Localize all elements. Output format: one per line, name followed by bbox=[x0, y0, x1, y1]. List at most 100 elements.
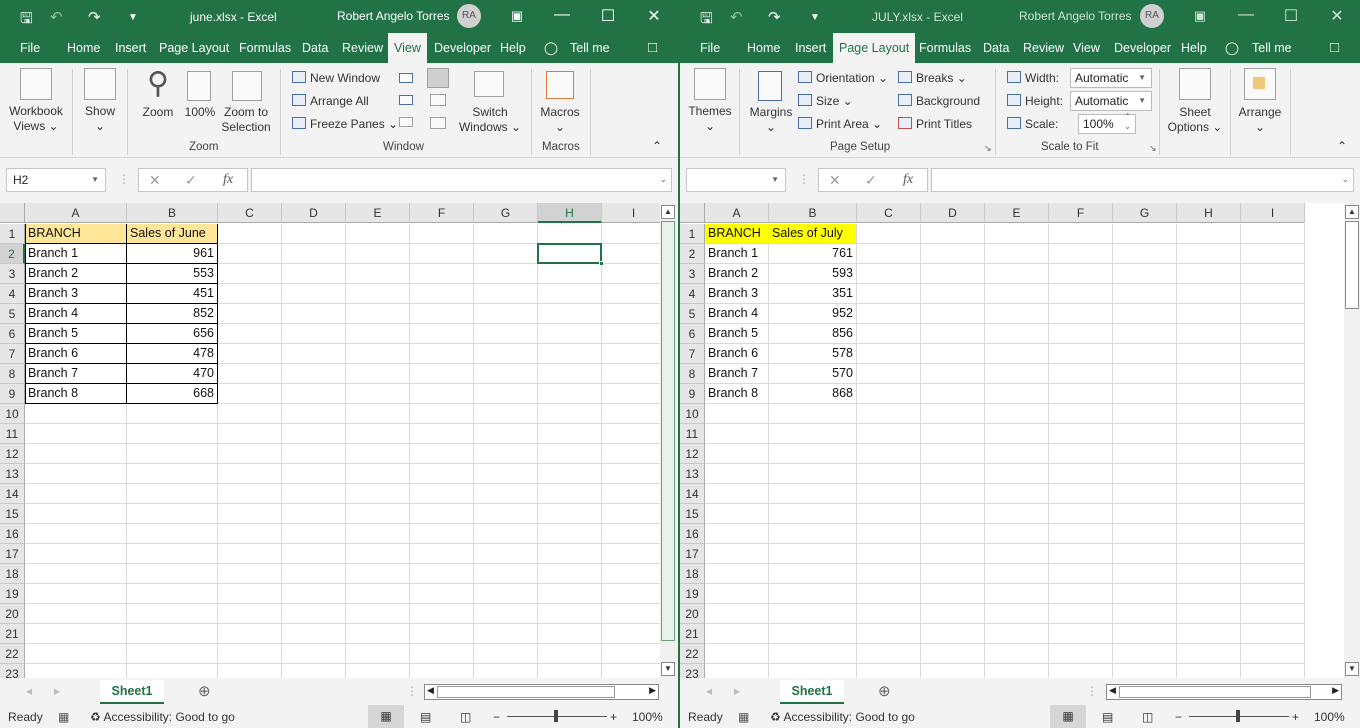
sheet-tab-sheet1[interactable]: Sheet1 bbox=[780, 680, 844, 704]
cell-a12[interactable] bbox=[25, 444, 127, 464]
themes-button[interactable]: Themes ⌄ bbox=[684, 104, 736, 134]
cell-e19[interactable] bbox=[985, 584, 1049, 604]
close-icon[interactable]: ✕ bbox=[644, 6, 664, 26]
column-header-g[interactable]: G bbox=[1113, 203, 1177, 223]
cell-b4[interactable]: 351 bbox=[769, 284, 857, 304]
cell-g23[interactable] bbox=[1113, 664, 1177, 678]
cell-f5[interactable] bbox=[410, 304, 474, 324]
tab-formulas[interactable]: Formulas bbox=[233, 33, 297, 63]
cell-e14[interactable] bbox=[346, 484, 410, 504]
cell-f16[interactable] bbox=[1049, 524, 1113, 544]
cell-a22[interactable] bbox=[705, 644, 769, 664]
ribbon-display-options-icon[interactable]: ▣ bbox=[507, 8, 527, 24]
cell-d9[interactable] bbox=[282, 384, 346, 404]
scroll-thumb[interactable] bbox=[661, 221, 675, 641]
name-box-dropdown-icon[interactable]: ▼ bbox=[771, 169, 779, 191]
cell-h16[interactable] bbox=[1177, 524, 1241, 544]
cell-d12[interactable] bbox=[282, 444, 346, 464]
row-header-3[interactable]: 3 bbox=[680, 264, 705, 284]
cell-e13[interactable] bbox=[985, 464, 1049, 484]
cell-c3[interactable] bbox=[218, 264, 282, 284]
width-dropdown[interactable]: Automatic ▼ bbox=[1070, 68, 1152, 88]
cell-c23[interactable] bbox=[218, 664, 282, 678]
accessibility-status[interactable]: ♻ Accessibility: Good to go bbox=[90, 710, 235, 724]
cell-e17[interactable] bbox=[346, 544, 410, 564]
cell-e10[interactable] bbox=[346, 404, 410, 424]
cell-h19[interactable] bbox=[1177, 584, 1241, 604]
cell-e23[interactable] bbox=[985, 664, 1049, 678]
cell-e8[interactable] bbox=[346, 364, 410, 384]
cell-d11[interactable] bbox=[282, 424, 346, 444]
cell-g4[interactable] bbox=[474, 284, 538, 304]
cell-c15[interactable] bbox=[857, 504, 921, 524]
cell-h10[interactable] bbox=[1177, 404, 1241, 424]
cell-g9[interactable] bbox=[474, 384, 538, 404]
cell-e2[interactable] bbox=[985, 244, 1049, 264]
row-header-20[interactable]: 20 bbox=[680, 604, 705, 624]
redo-icon[interactable]: ↷ bbox=[88, 8, 101, 26]
new-sheet-icon[interactable]: ⊕ bbox=[878, 682, 891, 700]
cell-i14[interactable] bbox=[1241, 484, 1305, 504]
cell-c12[interactable] bbox=[218, 444, 282, 464]
cell-i6[interactable] bbox=[602, 324, 660, 344]
cell-d21[interactable] bbox=[282, 624, 346, 644]
cell-c16[interactable] bbox=[857, 524, 921, 544]
cell-d20[interactable] bbox=[921, 604, 985, 624]
cell-f4[interactable] bbox=[410, 284, 474, 304]
cell-c7[interactable] bbox=[857, 344, 921, 364]
cell-b10[interactable] bbox=[127, 404, 218, 424]
cell-c5[interactable] bbox=[218, 304, 282, 324]
row-header-13[interactable]: 13 bbox=[0, 464, 25, 484]
zoom-out-button[interactable]: − bbox=[493, 710, 500, 724]
workbook-views-icon[interactable] bbox=[20, 68, 52, 100]
zoom-in-button[interactable]: + bbox=[610, 710, 617, 724]
cell-e16[interactable] bbox=[985, 524, 1049, 544]
tab-help[interactable]: Help bbox=[494, 33, 532, 63]
cell-b11[interactable] bbox=[127, 424, 218, 444]
cell-d8[interactable] bbox=[282, 364, 346, 384]
cell-f12[interactable] bbox=[410, 444, 474, 464]
row-header-5[interactable]: 5 bbox=[0, 304, 25, 324]
cell-a8[interactable]: Branch 7 bbox=[25, 364, 127, 384]
cell-f23[interactable] bbox=[410, 664, 474, 678]
cell-f3[interactable] bbox=[410, 264, 474, 284]
tab-data[interactable]: Data bbox=[296, 33, 334, 63]
cell-f1[interactable] bbox=[1049, 224, 1113, 244]
cell-f11[interactable] bbox=[1049, 424, 1113, 444]
cell-e7[interactable] bbox=[346, 344, 410, 364]
cell-d1[interactable] bbox=[921, 224, 985, 244]
scroll-right-icon[interactable]: ▶ bbox=[1332, 685, 1339, 696]
name-box[interactable]: ▼ bbox=[686, 168, 786, 192]
cell-f18[interactable] bbox=[1049, 564, 1113, 584]
cell-a13[interactable] bbox=[705, 464, 769, 484]
horizontal-scroll-thumb[interactable] bbox=[1119, 686, 1311, 698]
cell-e9[interactable] bbox=[346, 384, 410, 404]
cell-b16[interactable] bbox=[127, 524, 218, 544]
cell-f11[interactable] bbox=[410, 424, 474, 444]
row-header-16[interactable]: 16 bbox=[0, 524, 25, 544]
cell-h17[interactable] bbox=[1177, 544, 1241, 564]
column-header-g[interactable]: G bbox=[474, 203, 538, 223]
cell-i18[interactable] bbox=[602, 564, 660, 584]
header-cell-sales[interactable]: Sales of June bbox=[127, 224, 218, 244]
cell-b14[interactable] bbox=[127, 484, 218, 504]
cell-d19[interactable] bbox=[921, 584, 985, 604]
cell-f4[interactable] bbox=[1049, 284, 1113, 304]
cell-a6[interactable]: Branch 5 bbox=[25, 324, 127, 344]
cell-g2[interactable] bbox=[474, 244, 538, 264]
normal-view-icon[interactable]: ▦ bbox=[1050, 705, 1086, 728]
collapse-ribbon-icon[interactable]: ⌃ bbox=[652, 139, 662, 154]
row-header-10[interactable]: 10 bbox=[680, 404, 705, 424]
cell-d17[interactable] bbox=[282, 544, 346, 564]
cell-c4[interactable] bbox=[218, 284, 282, 304]
cell-a10[interactable] bbox=[705, 404, 769, 424]
cell-b12[interactable] bbox=[769, 444, 857, 464]
cell-c18[interactable] bbox=[218, 564, 282, 584]
expand-formula-bar-icon[interactable]: ⌄ bbox=[659, 174, 667, 185]
cell-i2[interactable] bbox=[602, 244, 660, 264]
cell-a5[interactable]: Branch 4 bbox=[25, 304, 127, 324]
cell-b23[interactable] bbox=[769, 664, 857, 678]
cell-g6[interactable] bbox=[1113, 324, 1177, 344]
cell-g20[interactable] bbox=[1113, 604, 1177, 624]
cell-a8[interactable]: Branch 7 bbox=[705, 364, 769, 384]
